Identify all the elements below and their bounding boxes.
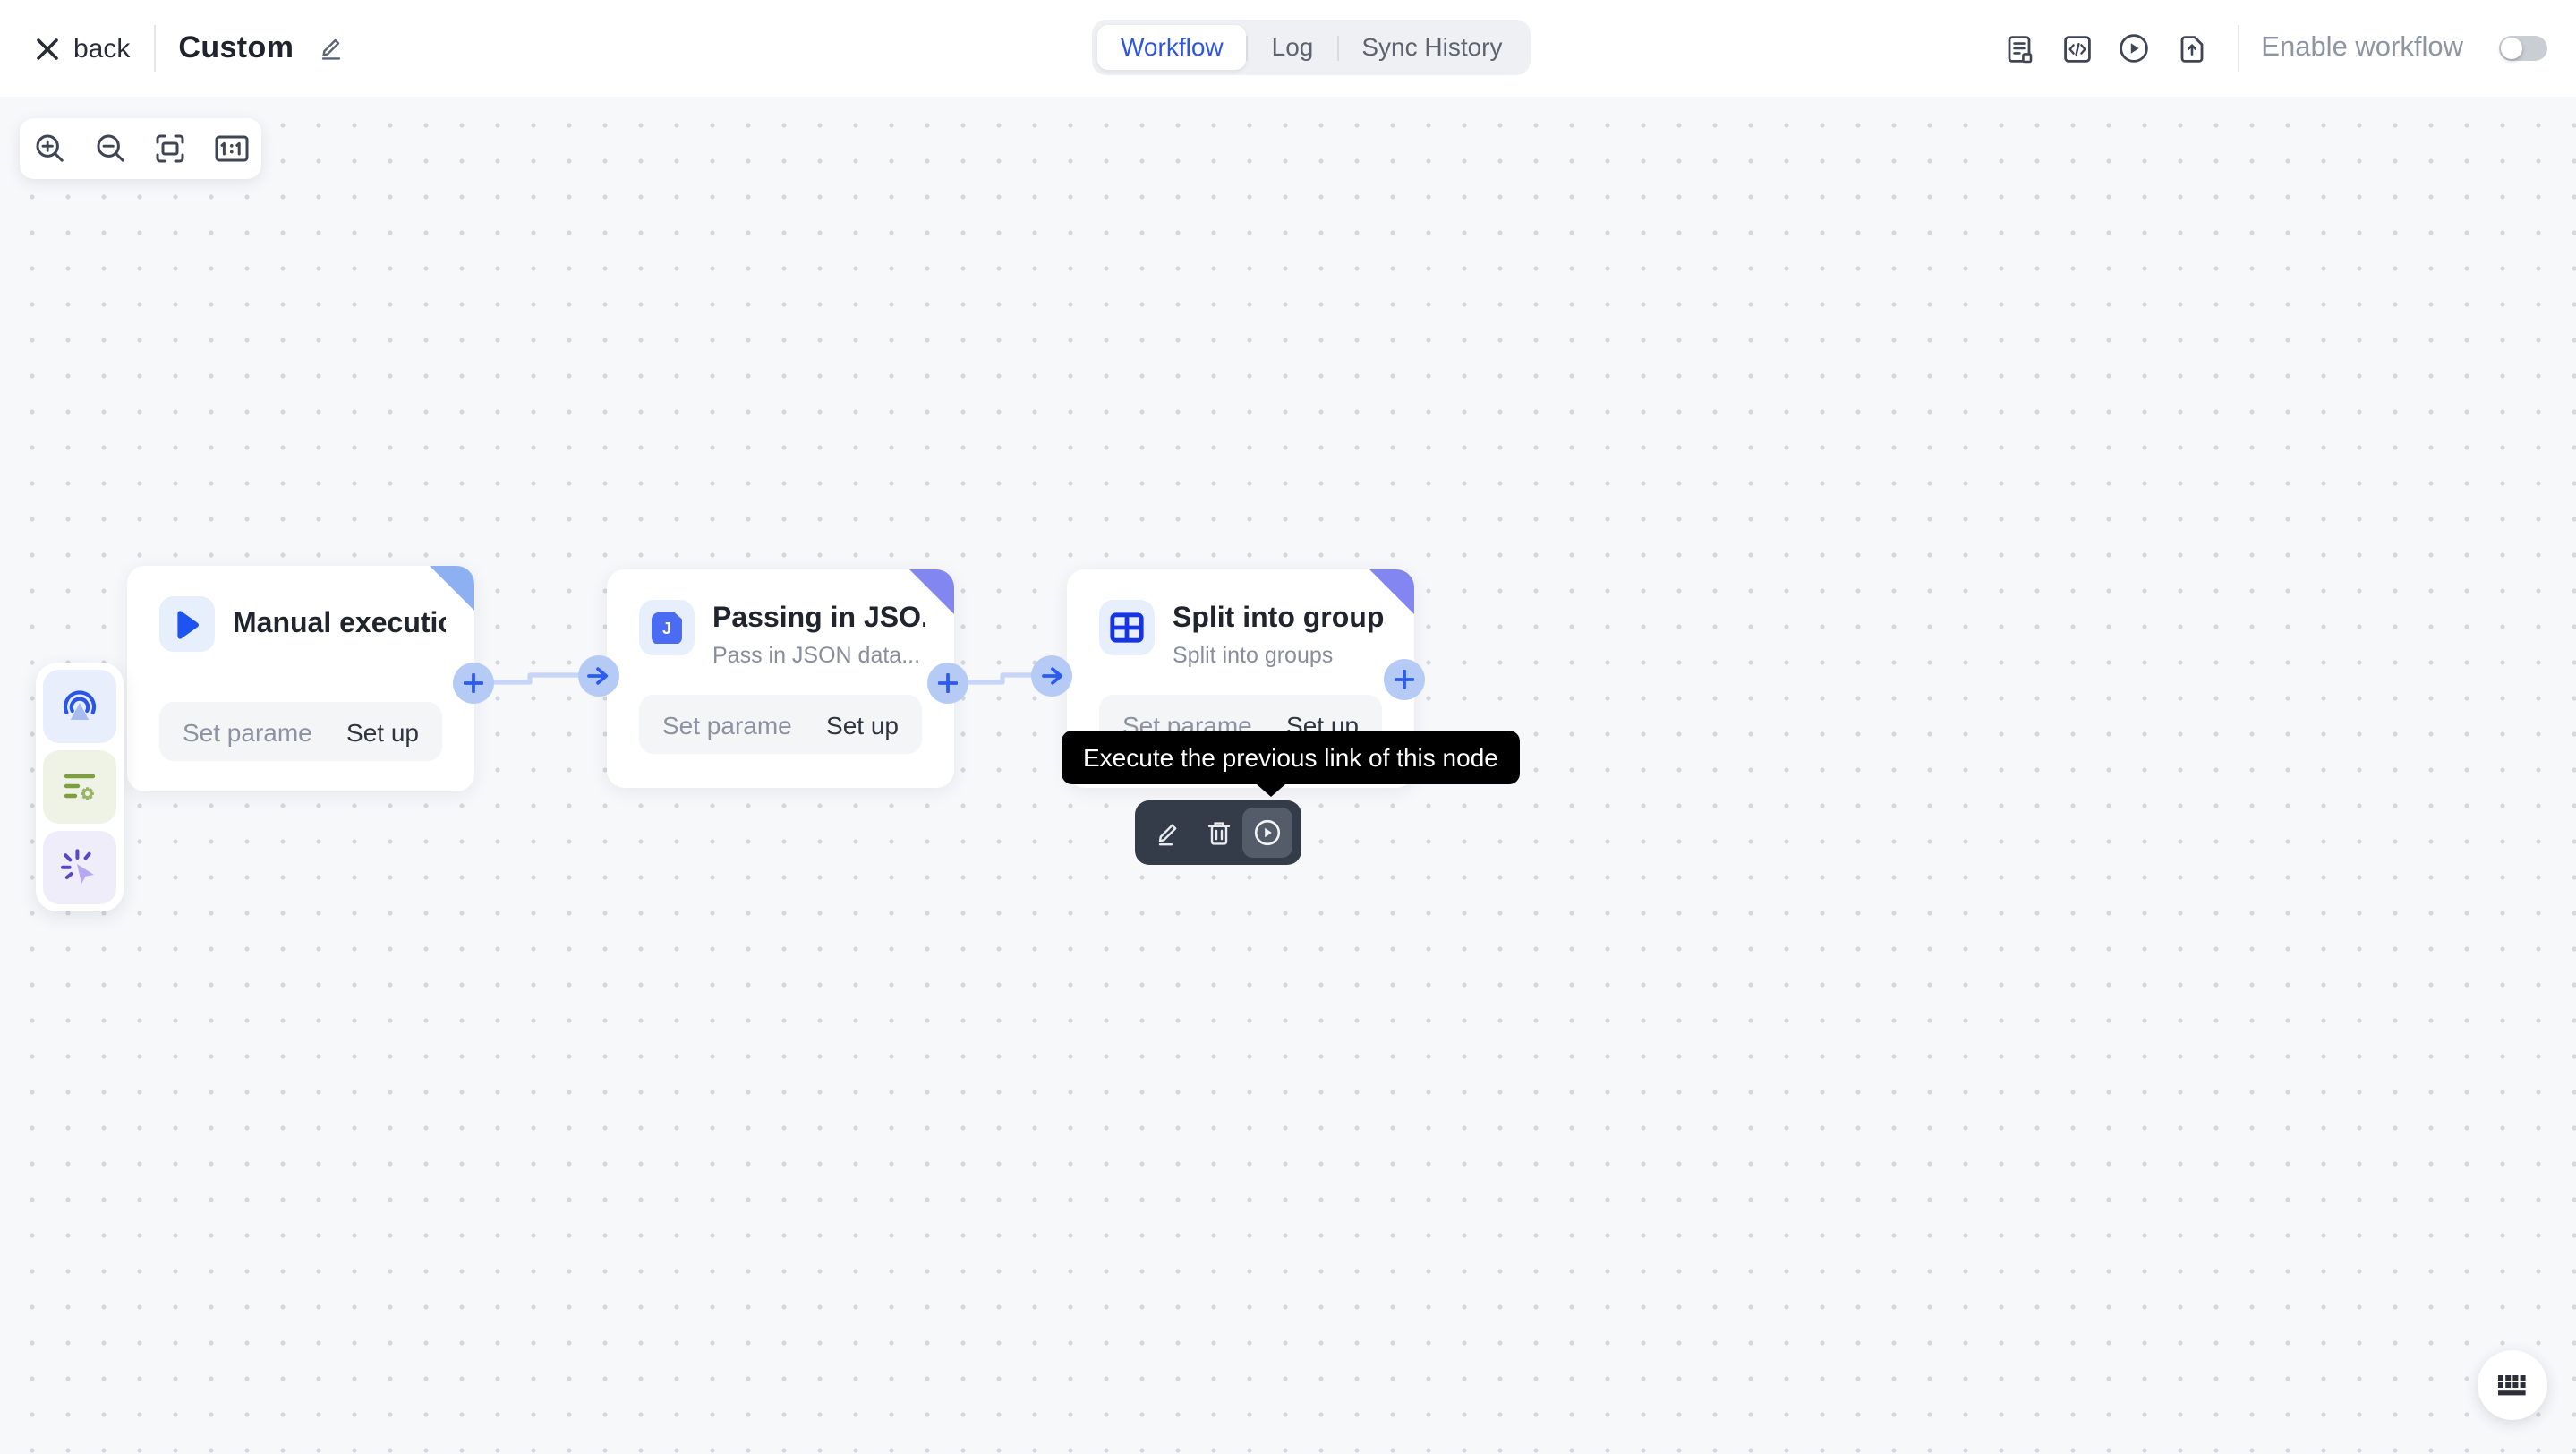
export-button[interactable] [2170,27,2213,70]
top-bar: back Custom Workflow Log Sync History En… [0,0,2576,97]
arrow-right-icon [1041,666,1062,684]
add-next-node-button[interactable] [453,662,494,703]
zoom-in-button[interactable] [29,127,72,170]
param-label: Set parame [183,717,312,746]
enable-workflow-label: Enable workflow [2261,32,2463,63]
node-subtitle: Split into groups [1173,643,1334,668]
fit-view-button[interactable] [149,127,192,170]
node-text: Passing in JSO... Pass in JSON data... [712,600,925,668]
node-param-bar[interactable]: Set parame Set up [639,695,922,754]
node-header: Manual execution [127,566,474,652]
param-label: Set parame [662,710,792,739]
node-text: Manual execution [233,596,446,643]
execute-play-icon [1255,819,1281,846]
execute-previous-link-button[interactable] [1242,808,1293,858]
workflow-title: Custom [178,30,294,64]
node-icon-tile [159,596,215,652]
add-next-node-button[interactable] [926,662,968,703]
node-manual-execution[interactable]: Manual execution Set parame Set up [127,566,474,791]
workflow-canvas[interactable]: Manual execution Set parame Set up J Pas… [0,97,2576,1454]
play-triangle-icon [177,610,199,638]
zoom-one-to-one-button[interactable] [209,127,252,170]
delete-trash-icon [1207,821,1230,844]
workflow-editor: back Custom Workflow Log Sync History En… [0,0,2576,1454]
run-workflow-button[interactable] [2112,27,2155,70]
setup-button[interactable]: Set up [826,710,899,739]
plus-icon [464,672,483,692]
add-next-node-button[interactable] [1383,659,1424,700]
one-to-one-icon [214,135,248,162]
table-grid-icon [1110,612,1144,643]
edit-pencil-icon [322,38,341,60]
plus-icon [1394,670,1413,689]
parameter-list-settings-icon [64,774,96,800]
arrow-right-icon [587,666,609,684]
node-palette [36,663,124,911]
node-header: Split into groups Split into groups [1067,569,1414,668]
edit-node-button[interactable] [1144,808,1193,858]
connection-arrow-handle[interactable] [1031,654,1072,696]
tooltip: Execute the previous link of this node [1062,731,1520,784]
palette-trigger-button[interactable] [43,670,116,743]
log-document-icon [2007,35,2032,63]
export-file-icon [2179,35,2203,62]
node-icon-tile: J [639,600,695,655]
node-text: Split into groups Split into groups [1173,600,1386,668]
node-title: Split into groups [1173,603,1386,634]
setup-button[interactable]: Set up [346,717,419,746]
node-param-bar[interactable]: Set parame Set up [159,702,442,761]
toggle-knob [2501,38,2522,59]
zoom-in-icon [36,134,64,162]
log-document-button[interactable] [1998,27,2041,70]
zoom-out-icon [96,134,124,162]
header-divider [2238,25,2240,72]
tab-sync-history[interactable]: Sync History [1338,25,1525,70]
zoom-out-button[interactable] [89,127,132,170]
tab-workflow[interactable]: Workflow [1097,25,1247,70]
top-bar-left: back Custom [36,0,344,97]
node-header: J Passing in JSO... Pass in JSON data... [607,569,954,668]
fit-view-icon [157,134,185,163]
json-j-icon: J [652,612,682,644]
manual-trigger-click-icon [61,849,94,884]
enable-workflow-toggle[interactable] [2499,36,2547,61]
back-label: back [73,33,131,64]
palette-parameters-button[interactable] [43,750,116,824]
top-bar-right: Enable workflow [1983,0,2547,97]
node-passing-in-json[interactable]: J Passing in JSO... Pass in JSON data...… [607,569,954,788]
keyboard-shortcuts-button[interactable] [2478,1350,2547,1420]
node-subtitle: Pass in JSON data... [712,643,921,668]
delete-node-button[interactable] [1193,808,1242,858]
plus-icon [937,672,957,692]
header-divider [153,25,156,72]
keyboard-icon [2498,1374,2526,1395]
trigger-broadcast-icon [63,690,97,720]
tooltip-caret [1257,784,1285,797]
palette-manual-trigger-button[interactable] [43,831,116,904]
code-icon [2063,35,2091,62]
connection-arrow-handle[interactable] [577,654,618,696]
edit-pencil-icon [1159,823,1178,845]
node-icon-tile [1099,600,1155,655]
run-play-icon [2120,34,2149,63]
back-button[interactable]: back [36,33,130,64]
close-icon [37,38,58,59]
node-title: Manual execution [233,609,446,639]
view-tabs: Workflow Log Sync History [1092,20,1531,75]
rename-button[interactable] [319,36,344,61]
zoom-toolbar [20,118,261,179]
tab-log[interactable]: Log [1249,25,1337,70]
node-hover-toolbar [1135,800,1301,865]
code-button[interactable] [2055,27,2098,70]
node-title: Passing in JSO... [712,603,925,634]
